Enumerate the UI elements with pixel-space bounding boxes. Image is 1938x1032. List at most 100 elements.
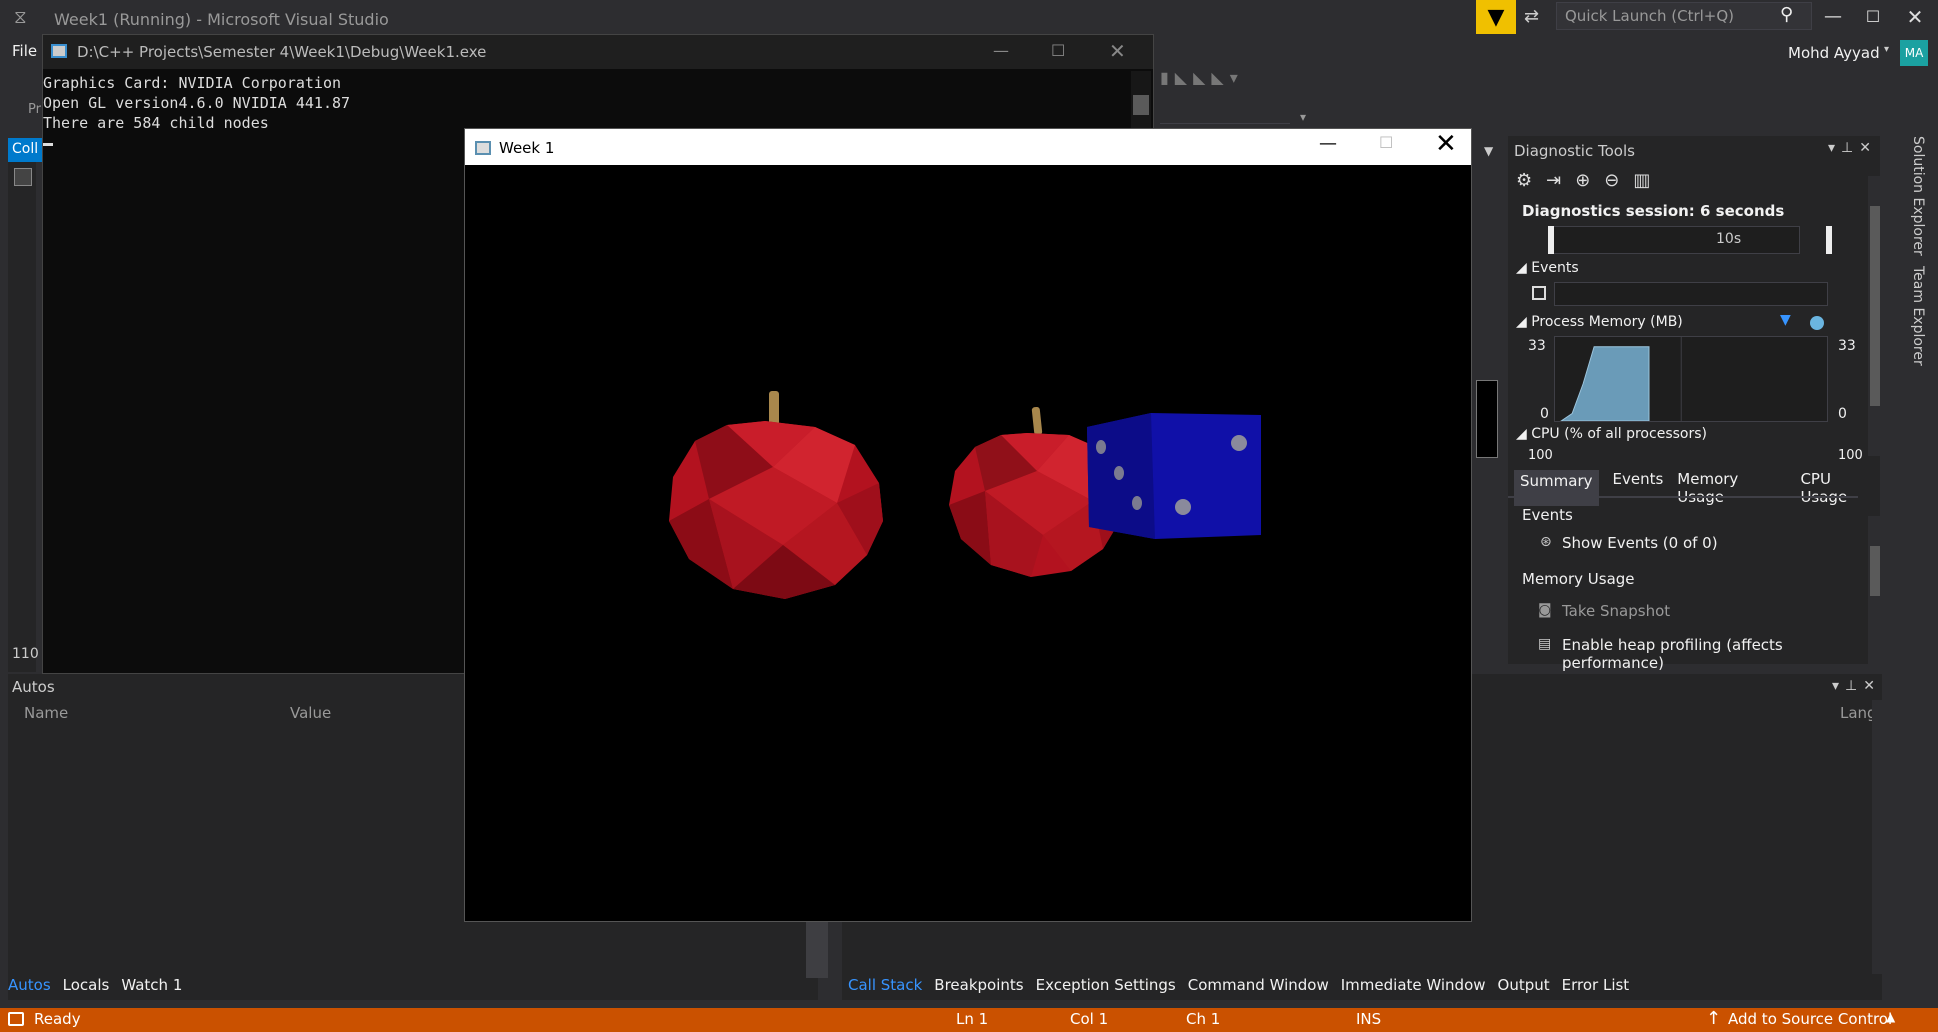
heap-icon: ▤: [1538, 636, 1552, 652]
chevron-down-icon[interactable]: ▾: [1884, 44, 1889, 55]
call-stack-scrollbar[interactable]: [1872, 700, 1886, 974]
tab-memory-usage[interactable]: Memory Usage: [1677, 470, 1786, 506]
pause-icon[interactable]: [1532, 286, 1546, 300]
diagnostics-timeline[interactable]: [1548, 226, 1800, 254]
timeline-end-handle[interactable]: [1826, 226, 1832, 254]
bookmark-toolbar-icons[interactable]: ▮◣◣◣▾: [1160, 68, 1244, 87]
diagnostics-session-label: Diagnostics session: 6 seconds: [1522, 202, 1785, 220]
events-track: [1554, 282, 1828, 306]
tab-command-window[interactable]: Command Window: [1188, 976, 1329, 994]
process-memory-graph: [1554, 336, 1828, 422]
divider: [1508, 496, 1858, 498]
status-line: Ln 1: [956, 1010, 989, 1028]
minimize-button[interactable]: —: [1818, 2, 1848, 32]
user-name[interactable]: Mohd Ayyad: [1788, 44, 1880, 62]
console-maximize-button[interactable]: ☐: [1051, 41, 1065, 60]
tab-cpu-usage[interactable]: CPU Usage: [1800, 470, 1880, 506]
toolbar-dropdown[interactable]: [1160, 100, 1290, 124]
render-viewport[interactable]: [465, 165, 1471, 921]
process-memory-header[interactable]: ◢ Process Memory (MB): [1516, 314, 1683, 330]
document-icon[interactable]: [14, 168, 32, 186]
status-ready: Ready: [34, 1010, 81, 1028]
autos-panel-title: Autos: [12, 678, 55, 696]
snapshot-marker-icon: [1810, 316, 1824, 330]
diagnostic-toolbar-icons[interactable]: ⚙⇥⊕⊖▥: [1516, 170, 1664, 191]
tab-autos[interactable]: Autos: [8, 976, 51, 994]
panel-controls-icon[interactable]: ▾⊥✕: [1828, 140, 1877, 156]
overflow-icon[interactable]: ▼: [1484, 144, 1493, 158]
game-minimize-button[interactable]: —: [1319, 133, 1337, 154]
title-bar: ⧖ Week1 (Running) - Microsoft Visual Stu…: [0, 0, 1938, 38]
panel-controls-icon[interactable]: ▾⊥✕: [1832, 678, 1881, 694]
editor-left-strip: [8, 162, 36, 672]
timeline-start-handle[interactable]: [1548, 226, 1554, 254]
console-output: Graphics Card: NVIDIA Corporation Open GL…: [43, 73, 350, 133]
quick-launch-input[interactable]: Quick Launch (Ctrl+Q): [1556, 2, 1812, 30]
game-close-button[interactable]: ✕: [1435, 129, 1457, 159]
tab-team-explorer[interactable]: Team Explorer: [1896, 266, 1926, 376]
memory-axis-min-right: 0: [1838, 406, 1847, 422]
diagnostic-tools-title: Diagnostic Tools: [1514, 142, 1635, 160]
console-window-title: D:\C++ Projects\Semester 4\Week1\Debug\W…: [77, 43, 487, 61]
events-header-label: Events: [1531, 260, 1579, 276]
tab-summary[interactable]: Summary: [1514, 470, 1599, 506]
enable-heap-profiling-link[interactable]: Enable heap profiling (affects performan…: [1562, 636, 1880, 672]
summary-events-header: Events: [1522, 506, 1573, 524]
show-events-link[interactable]: Show Events (0 of 0): [1562, 534, 1718, 552]
tab-immediate-window[interactable]: Immediate Window: [1341, 976, 1486, 994]
events-icon: ⊛: [1540, 534, 1552, 550]
scrollbar-thumb[interactable]: [1133, 95, 1149, 115]
add-to-source-control-button[interactable]: Add to Source Control: [1728, 1010, 1892, 1028]
console-minimize-button[interactable]: —: [993, 41, 1009, 60]
window-title: Week1 (Running) - Microsoft Visual Studi…: [54, 10, 389, 29]
console-title-bar[interactable]: D:\C++ Projects\Semester 4\Week1\Debug\W…: [43, 35, 1153, 69]
status-char: Ch 1: [1186, 1010, 1221, 1028]
tab-events[interactable]: Events: [1613, 470, 1664, 506]
left-panel-label-fragment: Pr: [28, 102, 41, 117]
column-header-value[interactable]: Value: [290, 704, 331, 722]
avatar[interactable]: MA: [1900, 40, 1928, 66]
apple-left: [669, 391, 883, 599]
console-line: Open GL version4.6.0 NVIDIA 441.87: [43, 94, 351, 112]
console-close-button[interactable]: ✕: [1109, 39, 1126, 63]
console-app-icon: [51, 44, 67, 58]
tab-call-stack[interactable]: Call Stack: [848, 976, 922, 994]
maximize-button[interactable]: ☐: [1858, 2, 1888, 32]
scrollbar-thumb[interactable]: [1870, 206, 1880, 406]
opengl-window[interactable]: Week 1 — ☐ ✕: [464, 128, 1472, 922]
game-title-bar[interactable]: Week 1 — ☐ ✕: [465, 129, 1471, 165]
menu-file[interactable]: File: [12, 42, 37, 60]
diagnostic-tools-panel: Diagnostic Tools ▾⊥✕ ⚙⇥⊕⊖▥ Diagnostics s…: [1508, 136, 1882, 672]
zoom-level[interactable]: 110: [12, 646, 39, 662]
feedback-icon[interactable]: ⇄: [1524, 6, 1546, 28]
timeline-tick-label: 10s: [1716, 231, 1742, 247]
take-snapshot-button[interactable]: Take Snapshot: [1562, 602, 1670, 620]
game-maximize-button[interactable]: ☐: [1379, 133, 1393, 152]
console-line: Graphics Card: NVIDIA Corporation: [43, 74, 342, 92]
close-button[interactable]: ✕: [1900, 2, 1930, 32]
tab-exception-settings[interactable]: Exception Settings: [1036, 976, 1176, 994]
tab-locals[interactable]: Locals: [63, 976, 110, 994]
memory-axis-max-right: 33: [1838, 338, 1856, 354]
memory-axis-min: 0: [1540, 406, 1549, 422]
tab-watch-1[interactable]: Watch 1: [121, 976, 182, 994]
left-panel-tab[interactable]: Coll: [8, 138, 44, 162]
cpu-header[interactable]: ◢ CPU (% of all processors): [1516, 426, 1707, 442]
tab-output[interactable]: Output: [1498, 976, 1550, 994]
events-section-header[interactable]: ◢ Events: [1516, 260, 1579, 276]
diagnostics-tabs: Summary Events Memory Usage CPU Usage: [1514, 470, 1880, 506]
chevron-down-icon[interactable]: ▾: [1300, 110, 1306, 124]
scrollbar-thumb[interactable]: [1870, 546, 1880, 596]
search-icon[interactable]: ⚲: [1780, 4, 1793, 25]
tab-error-list[interactable]: Error List: [1562, 976, 1630, 994]
column-header-name[interactable]: Name: [24, 704, 68, 722]
tab-breakpoints[interactable]: Breakpoints: [934, 976, 1023, 994]
arrow-up-icon[interactable]: ↑: [1706, 1008, 1721, 1029]
memory-usage-header: Memory Usage: [1522, 570, 1635, 588]
notification-filter-icon[interactable]: ▼: [1476, 0, 1516, 34]
memory-axis-max: 33: [1528, 338, 1546, 354]
visual-studio-window: ⧖ Week1 (Running) - Microsoft Visual Stu…: [0, 0, 1938, 1032]
cpu-axis-max-right: 100: [1838, 448, 1863, 463]
tab-solution-explorer[interactable]: Solution Explorer: [1896, 136, 1926, 256]
caret-up-icon[interactable]: ▲: [1886, 1010, 1895, 1024]
